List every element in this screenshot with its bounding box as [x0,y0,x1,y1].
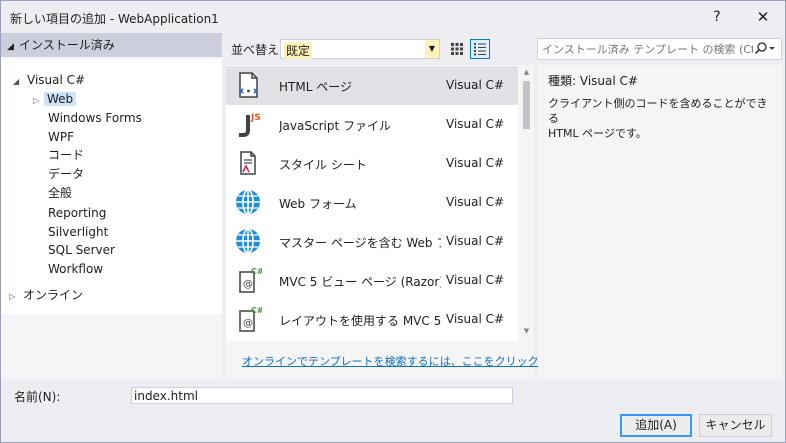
template-search-input[interactable] [538,39,753,59]
globe-icon [234,188,262,216]
tree-item-label: 全般 [48,186,73,200]
template-row-stylesheet[interactable]: スタイル シート Visual C# [226,144,518,183]
online-header[interactable]: ▷ オンライン [1,284,222,306]
tree-item-workflow[interactable]: Workflow [48,260,103,278]
stylesheet-icon [234,149,262,177]
scroll-up-icon[interactable]: ▲ [521,68,532,76]
template-row-javascript-file[interactable]: JS JavaScript ファイル Visual C# [226,105,518,144]
template-language: Visual C# [446,234,505,248]
template-name: HTML ページ [279,80,352,94]
svg-text:@: @ [243,318,253,329]
template-toolbar: 並べ替え: 既定 ▼ [226,37,782,61]
template-list-panel: HTML ページ Visual C# JS JavaScript ファイル Vi… [226,65,582,379]
tree-item-wpf[interactable]: WPF [48,128,74,146]
tree-item-label: データ [48,167,85,181]
category-tree: ◢ Visual C# ▷ Web Windows Forms WPF コード デー… [1,59,222,314]
grid-view-button[interactable] [447,39,467,59]
template-name: スタイル シート [279,158,367,172]
template-details-panel: 種類: Visual C# クライアント側のコードを含めることができる HTML… [538,65,782,379]
scroll-thumb[interactable] [523,81,530,129]
tree-item-label: Windows Forms [48,111,142,125]
search-icon[interactable] [753,41,777,57]
template-language: Visual C# [446,273,505,287]
help-button[interactable]: ? [704,5,730,29]
title-bar: 新しい項目の追加 - WebApplication1 ? ✕ [1,1,785,33]
tree-item-silverlight[interactable]: Silverlight [48,223,108,241]
template-language: Visual C# [446,195,505,209]
window-title: 新しい項目の追加 - WebApplication1 [10,12,219,26]
name-label: 名前(N): [14,390,61,404]
details-description: クライアント側のコードを含めることができる HTML ページです。 [548,96,774,141]
razor-view-icon: @ C# [234,305,262,333]
template-list-scrollbar[interactable]: ▲ ▼ [518,65,534,341]
tree-item-code[interactable]: コード [48,146,84,164]
details-type-label: 種類: [548,74,577,88]
template-language: Visual C# [446,117,505,131]
installed-header[interactable]: ◢ インストール済み [1,33,222,57]
collapse-triangle-icon: ◢ [7,42,14,52]
tree-item-label: コード [48,148,85,162]
html-page-icon [234,71,262,99]
collapsed-triangle-icon: ▷ [9,292,16,301]
template-language: Visual C# [446,156,505,170]
svg-text:C#: C# [251,267,262,276]
details-description-line: クライアント側のコードを含めることができる [548,97,768,125]
javascript-file-icon: JS [234,110,262,138]
details-type-value: Visual C# [579,74,638,88]
tree-item-label: WPF [48,130,75,144]
template-row-web-form-master[interactable]: マスター ページを含む Web フォーム Visual C# [226,222,518,261]
template-name: MVC 5 ビュー ページ (Razor) [279,275,441,289]
tree-item-label: SQL Server [48,243,115,257]
template-name: Web フォーム [279,197,357,211]
category-panel: ◢ インストール済み ◢ Visual C# ▷ Web Windows Forms … [1,33,222,379]
list-view-button[interactable] [470,39,490,59]
expanded-triangle-icon: ◢ [13,77,20,86]
template-name: レイアウトを使用する MVC 5 ビュ... [279,314,441,328]
template-name: マスター ページを含む Web フォーム [279,236,441,250]
template-list: HTML ページ Visual C# JS JavaScript ファイル Vi… [226,65,534,341]
online-label: オンライン [23,288,84,302]
tree-item-label: Silverlight [48,225,109,239]
tree-item-label: Reporting [48,206,107,220]
details-type: 種類: Visual C# [548,72,638,89]
tree-item-label: Web [44,92,77,106]
template-search-box[interactable] [537,38,782,60]
template-language: Visual C# [446,78,505,92]
template-name: JavaScript ファイル [279,119,391,133]
tree-item-visual-csharp[interactable]: ◢ Visual C# [13,71,85,89]
tree-item-reporting[interactable]: Reporting [48,204,106,222]
svg-text:JS: JS [250,113,261,123]
tree-item-label: Visual C# [27,73,86,87]
sort-value: 既定 [284,42,313,59]
sort-dropdown[interactable]: 既定 ▼ [280,39,440,59]
tree-item-label: Workflow [48,262,104,276]
grid-view-icon [451,43,463,55]
search-online-link[interactable]: オンラインでテンプレートを検索するには、ここをクリックします。 [242,353,582,369]
svg-text:C#: C# [251,306,262,315]
tree-item-web[interactable]: ▷ Web [33,90,77,108]
name-field[interactable] [131,387,513,404]
details-description-line: HTML ページです。 [548,127,647,140]
tree-item-windows-forms[interactable]: Windows Forms [48,109,142,127]
razor-view-icon: @ C# [234,266,262,294]
tree-item-data[interactable]: データ [48,165,84,183]
globe-icon [234,227,262,255]
tree-item-general[interactable]: 全般 [48,184,72,202]
template-row-mvc5-layout-view[interactable]: @ C# レイアウトを使用する MVC 5 ビュ... Visual C# [226,300,518,339]
template-language: Visual C# [446,312,505,326]
tree-item-sql-server[interactable]: SQL Server [48,241,115,259]
add-button[interactable]: 追加(A) [620,414,692,437]
svg-text:@: @ [243,279,253,290]
sort-label: 並べ替え: [231,43,284,57]
template-row-web-form[interactable]: Web フォーム Visual C# [226,183,518,222]
close-button[interactable]: ✕ [750,5,776,29]
add-new-item-dialog: 新しい項目の追加 - WebApplication1 ? ✕ ◢ インストール済み… [0,0,786,443]
chevron-down-icon: ▼ [425,40,439,58]
scroll-down-icon[interactable]: ▼ [521,327,532,335]
template-row-mvc5-view[interactable]: @ C# MVC 5 ビュー ページ (Razor) Visual C# [226,261,518,300]
cancel-button[interactable]: キャンセル [699,414,772,437]
list-view-icon [474,43,486,56]
installed-label: インストール済み [19,38,115,52]
template-row-html-page[interactable]: HTML ページ Visual C# [226,66,518,105]
